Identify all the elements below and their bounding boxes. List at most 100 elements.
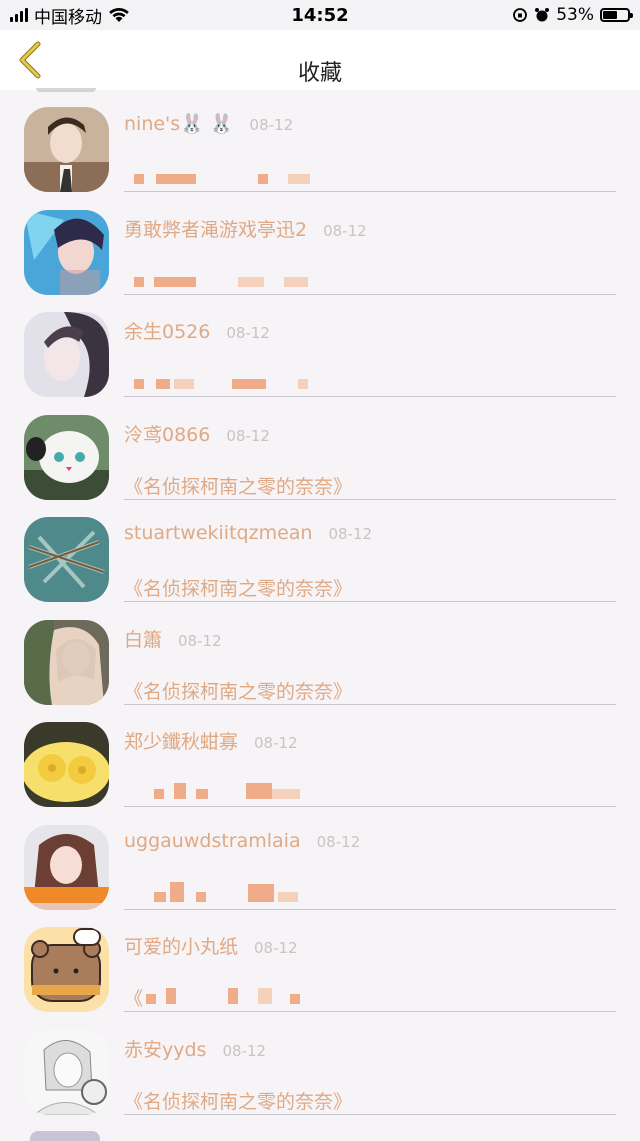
list-item[interactable]: stuartwekiitqzmean 08-12 《名侦探柯南之零的奈奈》 [0,500,640,603]
redacted-block [134,174,144,184]
list-item[interactable]: uggauwdstramlaia 08-12 [0,808,640,911]
redacted-block [154,789,164,799]
redacted-block [196,789,208,799]
anime-boy-icon [24,209,109,295]
blonde-girl-icon [24,619,109,705]
list-item[interactable]: 赤安yyds 08-12 《名侦探柯南之零的奈奈》 [0,1013,640,1116]
item-content-text: 《 [124,988,144,1010]
item-name[interactable]: 余生0526 [124,317,210,344]
redacted-block [290,994,300,1004]
list-item[interactable]: 勇敢弊者渑游戏亭迅2 08-12 [0,193,640,296]
avatar-partial-bottom [30,1131,100,1141]
item-name[interactable]: uggauwdstramlaia [124,830,301,852]
item-name[interactable]: 白簫 [124,625,162,652]
redacted-block [170,881,184,902]
teal-art-icon [24,517,109,602]
signal-icon [10,8,28,22]
list-item[interactable]: nine's🐰 🐰 08-12 [0,90,640,193]
item-content[interactable] [124,369,616,397]
avatar[interactable] [24,107,109,192]
battery-percent: 53% [556,5,594,25]
item-content-text: 《名侦探柯南之零的奈奈》 [124,680,353,703]
carrier-label: 中国移动 [34,7,102,28]
selfie-girl-icon [24,824,109,910]
status-time: 14:52 [291,4,349,26]
redacted-block [154,891,166,902]
avatar[interactable] [24,927,109,1012]
list-item[interactable]: 余生0526 08-12 [0,295,640,398]
nav-bar: 收藏 [0,30,640,90]
avatar[interactable] [24,312,109,397]
redacted-block [134,276,144,287]
item-header: 可爱的小丸纸 08-12 [124,932,298,959]
item-name[interactable]: 泠鸢0866 [124,420,210,447]
item-content[interactable] [124,164,616,192]
avatar[interactable] [24,414,109,500]
item-name[interactable]: 可爱的小丸纸 [124,932,238,959]
status-right: 53% [512,5,633,25]
redacted-block [134,379,144,389]
item-header: 白簫 08-12 [124,625,222,652]
item-name[interactable]: nine's🐰 🐰 [124,112,234,135]
girl-portrait-icon [24,312,109,397]
sketch-boy-icon [24,1029,109,1115]
item-content-text: 《名侦探柯南之零的奈奈》 [124,1090,353,1113]
item-header: 勇敢弊者渑游戏亭迅2 08-12 [124,215,367,242]
item-content-text: 《名侦探柯南之零的奈奈》 [124,578,353,600]
item-date: 08-12 [328,525,373,543]
item-content[interactable]: 《名侦探柯南之零的奈奈》 [124,472,616,500]
portrait-man-icon [24,107,109,192]
redacted-block [258,174,268,184]
redacted-block [248,883,274,902]
item-content[interactable]: 《 [124,984,616,1012]
page-title: 收藏 [297,61,342,86]
favorites-list: nine's🐰 🐰 08-12 勇敢弊者渑游戏亭迅2 08-12 余生0526 … [0,90,640,1115]
item-content[interactable]: 《名侦探柯南之零的奈奈》 [124,574,616,602]
item-header: stuartwekiitqzmean 08-12 [124,522,372,544]
item-header: 泠鸢0866 08-12 [124,420,270,447]
item-content-text: 《名侦探柯南之零的奈奈》 [124,475,353,498]
item-header: uggauwdstramlaia 08-12 [124,830,360,852]
redacted-block [238,276,264,287]
battery-icon [600,8,633,22]
item-content[interactable] [124,881,616,910]
avatar[interactable] [24,209,109,295]
redacted-block [232,379,266,389]
white-cat-icon [24,414,109,500]
item-name[interactable]: 郑少鑯秋蚶寡 [124,727,238,754]
redacted-block [196,891,206,902]
avatar[interactable] [24,619,109,705]
wifi-icon [109,7,129,22]
item-content[interactable] [124,267,616,295]
redacted-block [284,276,308,287]
item-content[interactable]: 《名侦探柯南之零的奈奈》 [124,677,616,705]
list-item[interactable]: 可爱的小丸纸 08-12 《 [0,910,640,1013]
item-name[interactable]: 勇敢弊者渑游戏亭迅2 [124,215,307,242]
redacted-block [246,783,272,799]
status-bar: 中国移动 14:52 53% [0,0,640,30]
item-date: 08-12 [226,324,270,342]
alarm-icon [535,8,550,22]
avatar[interactable] [24,824,109,910]
item-content[interactable] [124,779,616,807]
item-content[interactable]: 《名侦探柯南之零的奈奈》 [124,1087,616,1115]
list-item[interactable]: 泠鸢0866 08-12 《名侦探柯南之零的奈奈》 [0,398,640,501]
avatar[interactable] [24,517,109,602]
redacted-block [278,891,298,902]
item-header: nine's🐰 🐰 08-12 [124,112,293,135]
item-name[interactable]: stuartwekiitqzmean [124,522,312,544]
redacted-block [154,276,196,287]
item-date: 08-12 [222,1041,267,1060]
list-item[interactable]: 郑少鑯秋蚶寡 08-12 [0,705,640,808]
redacted-block [146,994,156,1004]
list-item[interactable]: 白簫 08-12 《名侦探柯南之零的奈奈》 [0,603,640,706]
avatar[interactable] [24,1029,109,1115]
status-left: 中国移动 [10,3,130,28]
orientation-lock-icon [513,8,528,22]
item-header: 余生0526 08-12 [124,317,270,344]
redacted-block [156,379,170,389]
item-name[interactable]: 赤安yyds [124,1035,206,1062]
avatar[interactable] [24,722,109,807]
redacted-block [258,988,272,1004]
item-date: 08-12 [316,832,361,851]
